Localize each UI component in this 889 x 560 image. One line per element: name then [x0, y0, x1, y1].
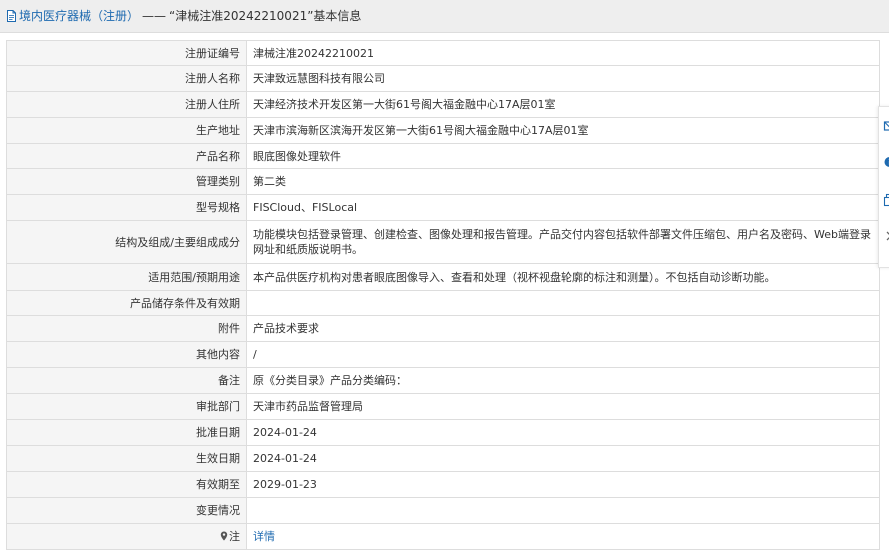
row-label: 生产地址 [6, 117, 247, 144]
table-row: 产品名称 眼底图像处理软件 [6, 143, 880, 169]
table-row: 其他内容 / [6, 341, 880, 368]
table-row: 备注 原《分类目录》产品分类编码： [6, 367, 880, 394]
row-label: 备注 [6, 367, 247, 394]
device-info-table: 注册证编号 津械注准20242210021 注册人名称 天津致远慧图科技有限公司… [6, 40, 880, 550]
row-label: 产品储存条件及有效期 [6, 290, 247, 316]
table-row: 生产地址 天津市滨海新区滨海开发区第一大街61号阁大福金融中心17A层01室 [6, 117, 880, 144]
row-value: 原《分类目录》产品分类编码： [246, 367, 880, 394]
page-title: “津械注准20242210021”基本信息 [169, 9, 362, 23]
row-value: 天津经济技术开发区第一大街61号阁大福金融中心17A层01室 [246, 91, 880, 118]
row-label: 有效期至 [6, 471, 247, 498]
copy-icon[interactable] [883, 193, 889, 207]
row-value: 第二类 [246, 168, 880, 195]
table-row: 注册人住所 天津经济技术开发区第一大街61号阁大福金融中心17A层01室 [6, 91, 880, 118]
document-icon [7, 10, 16, 22]
table-row: 审批部门 天津市药品监督管理局 [6, 393, 880, 420]
table-row: 变更情况 [6, 497, 880, 524]
table-row: 批准日期 2024-01-24 [6, 419, 880, 446]
row-value: 产品技术要求 [246, 315, 880, 342]
table-row: 管理类别 第二类 [6, 168, 880, 195]
row-value: FISCloud、FISLocal [246, 194, 880, 221]
note-label-text: 注 [229, 530, 240, 543]
row-value: 天津市药品监督管理局 [246, 393, 880, 420]
table-row: 有效期至 2029-01-23 [6, 471, 880, 498]
row-label: 审批部门 [6, 393, 247, 420]
row-label: 结构及组成/主要组成成分 [6, 220, 247, 264]
row-label: 注册人名称 [6, 65, 247, 92]
row-value: 眼底图像处理软件 [246, 143, 880, 169]
side-toolbar [878, 106, 889, 268]
row-value: 功能模块包括登录管理、创建检查、图像处理和报告管理。产品交付内容包括软件部署文件… [246, 220, 880, 264]
note-value: 详情 [246, 523, 880, 550]
mail-icon[interactable] [883, 119, 889, 133]
info-icon[interactable] [883, 155, 889, 169]
table-row: 型号规格 FISCloud、FISLocal [6, 194, 880, 221]
row-value: 本产品供医疗机构对患者眼底图像导入、查看和处理（视杯视盘轮廓的标注和测量）。不包… [246, 263, 880, 291]
row-value [246, 497, 880, 524]
map-pin-icon [220, 531, 228, 541]
table-row: 生效日期 2024-01-24 [6, 445, 880, 472]
note-label: 注 [6, 523, 247, 550]
breadcrumb-category-link[interactable]: 境内医疗器械（注册） [19, 9, 139, 23]
row-value: 2029-01-23 [246, 471, 880, 498]
table-row: 产品储存条件及有效期 [6, 290, 880, 316]
chevron-right-icon[interactable] [883, 229, 889, 243]
row-label: 其他内容 [6, 341, 247, 368]
row-value: 天津致远慧图科技有限公司 [246, 65, 880, 92]
note-row: 注 详情 [6, 523, 880, 550]
row-value [246, 290, 880, 316]
breadcrumb-separator: —— [142, 9, 167, 23]
table-row: 附件 产品技术要求 [6, 315, 880, 342]
row-label: 生效日期 [6, 445, 247, 472]
table-row: 注册人名称 天津致远慧图科技有限公司 [6, 65, 880, 92]
details-link[interactable]: 详情 [253, 530, 275, 543]
table-row: 结构及组成/主要组成成分 功能模块包括登录管理、创建检查、图像处理和报告管理。产… [6, 220, 880, 264]
row-label: 批准日期 [6, 419, 247, 446]
row-label: 产品名称 [6, 143, 247, 169]
row-label: 适用范围/预期用途 [6, 263, 247, 291]
row-value: / [246, 341, 880, 368]
table-row: 适用范围/预期用途 本产品供医疗机构对患者眼底图像导入、查看和处理（视杯视盘轮廓… [6, 263, 880, 291]
table-row: 注册证编号 津械注准20242210021 [6, 40, 880, 66]
row-label: 变更情况 [6, 497, 247, 524]
row-value: 2024-01-24 [246, 419, 880, 446]
page-header: 境内医疗器械（注册） —— “津械注准20242210021”基本信息 [0, 0, 889, 33]
row-value: 天津市滨海新区滨海开发区第一大街61号阁大福金融中心17A层01室 [246, 117, 880, 144]
row-label: 管理类别 [6, 168, 247, 195]
row-label: 型号规格 [6, 194, 247, 221]
breadcrumb: 境内医疗器械（注册） —— “津械注准20242210021”基本信息 [6, 9, 361, 23]
row-label: 注册证编号 [6, 40, 247, 66]
row-value: 2024-01-24 [246, 445, 880, 472]
row-label: 注册人住所 [6, 91, 247, 118]
row-label: 附件 [6, 315, 247, 342]
row-value: 津械注准20242210021 [246, 40, 880, 66]
